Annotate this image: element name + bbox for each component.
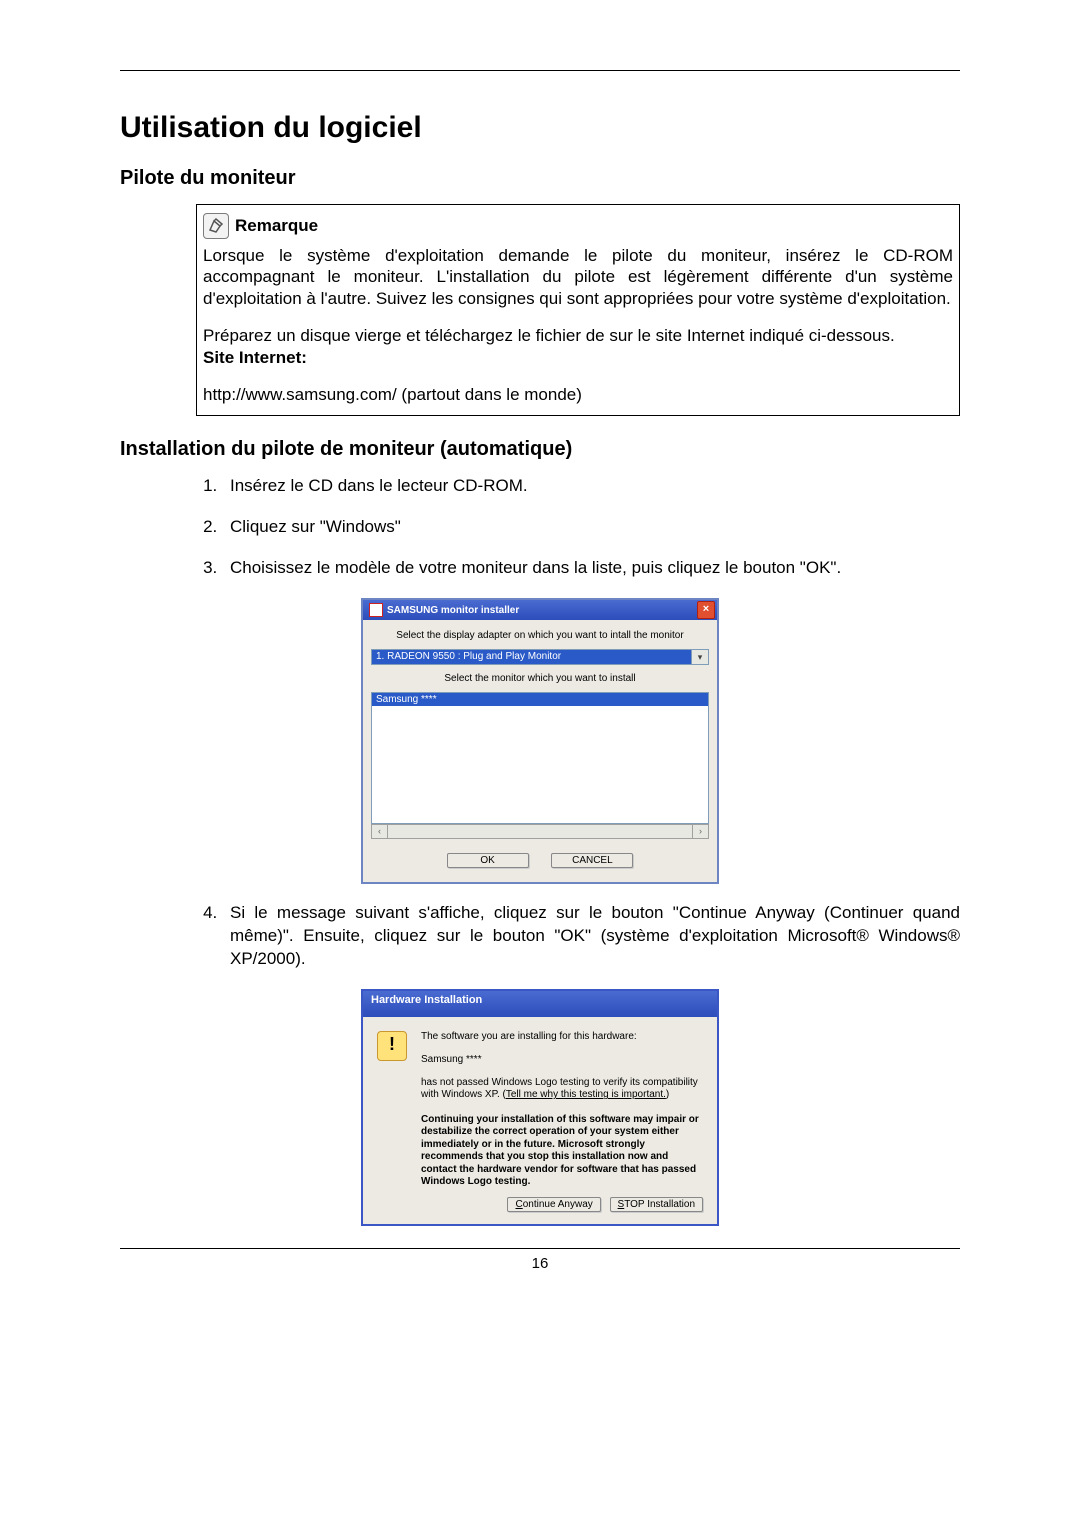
note-paragraph-1: Lorsque le système d'exploitation demand…	[203, 245, 953, 309]
rule-bottom	[120, 1248, 960, 1249]
note-url: http://www.samsung.com/ (partout dans le…	[203, 384, 953, 405]
hw-logo-testing: has not passed Windows Logo testing to v…	[421, 1077, 703, 1102]
installer-instruction-mid: Select the monitor which you want to ins…	[363, 665, 717, 692]
installer-body: Select the display adapter on which you …	[363, 620, 717, 882]
page-title: Utilisation du logiciel	[120, 111, 960, 145]
hw-buttons: Continue Anyway STOP Installation	[363, 1197, 717, 1224]
installer-instruction-top: Select the display adapter on which you …	[363, 620, 717, 649]
ok-button[interactable]: OK	[447, 853, 529, 868]
warning-icon	[377, 1031, 407, 1061]
hw-line-1: The software you are installing for this…	[421, 1031, 703, 1042]
hw-bold-warning: Continuing your installation of this sof…	[421, 1114, 703, 1189]
install-steps-continued: Si le message suivant s'affiche, cliquez…	[186, 902, 960, 971]
rule-top	[120, 70, 960, 71]
installer-titlebar: SAMSUNG monitor installer ×	[363, 600, 717, 620]
hardware-installation-dialog: Hardware Installation The software you a…	[361, 989, 719, 1226]
installer-title: SAMSUNG monitor installer	[387, 605, 697, 616]
installer-buttons: OK CANCEL	[363, 839, 717, 874]
step-3: Choisissez le modèle de votre moniteur d…	[222, 557, 960, 580]
note-site-label: Site Internet:	[203, 348, 953, 368]
page-number: 16	[120, 1255, 960, 1272]
scroll-left-icon[interactable]: ‹	[371, 824, 388, 839]
hw-body: The software you are installing for this…	[363, 1017, 717, 1197]
step-1: Insérez le CD dans le lecteur CD-ROM.	[222, 475, 960, 498]
install-steps: Insérez le CD dans le lecteur CD-ROM. Cl…	[186, 475, 960, 580]
stop-installation-button[interactable]: STOP Installation	[610, 1197, 703, 1212]
hw-titlebar: Hardware Installation	[363, 991, 717, 1017]
chevron-down-icon[interactable]: ▾	[692, 649, 709, 665]
cancel-button[interactable]: CANCEL	[551, 853, 633, 868]
hw-line2b: )	[666, 1089, 669, 1100]
close-icon[interactable]: ×	[697, 601, 715, 619]
display-adapter-select[interactable]: 1. RADEON 9550 : Plug and Play Monitor ▾	[371, 649, 709, 665]
installer-dialog: SAMSUNG monitor installer × Select the d…	[361, 598, 719, 884]
monitor-list-selected[interactable]: Samsung ****	[372, 693, 708, 706]
display-adapter-value: 1. RADEON 9550 : Plug and Play Monitor	[371, 649, 692, 665]
installer-title-icon	[369, 603, 383, 617]
note-header: Remarque	[203, 213, 953, 239]
note-title: Remarque	[235, 216, 318, 236]
note-paragraph-2: Préparez un disque vierge et téléchargez…	[203, 325, 953, 346]
note-box: Remarque Lorsque le système d'exploitati…	[196, 204, 960, 416]
section-heading-install: Installation du pilote de moniteur (auto…	[120, 438, 960, 461]
hw-link[interactable]: Tell me why this testing is important.	[506, 1089, 666, 1100]
step-2: Cliquez sur "Windows"	[222, 516, 960, 539]
scroll-right-icon[interactable]: ›	[692, 824, 709, 839]
monitor-list[interactable]: Samsung ****	[371, 692, 709, 824]
step-4: Si le message suivant s'affiche, cliquez…	[222, 902, 960, 971]
continue-anyway-button[interactable]: Continue Anyway	[507, 1197, 600, 1212]
hscrollbar[interactable]: ‹ ›	[371, 824, 709, 839]
hscrollbar-track[interactable]	[388, 824, 692, 839]
hw-device: Samsung ****	[421, 1054, 703, 1065]
section-heading-driver: Pilote du moniteur	[120, 167, 960, 190]
note-icon	[203, 213, 229, 239]
manual-page: Utilisation du logiciel Pilote du monite…	[0, 0, 1080, 1527]
hw-text: The software you are installing for this…	[421, 1031, 703, 1189]
